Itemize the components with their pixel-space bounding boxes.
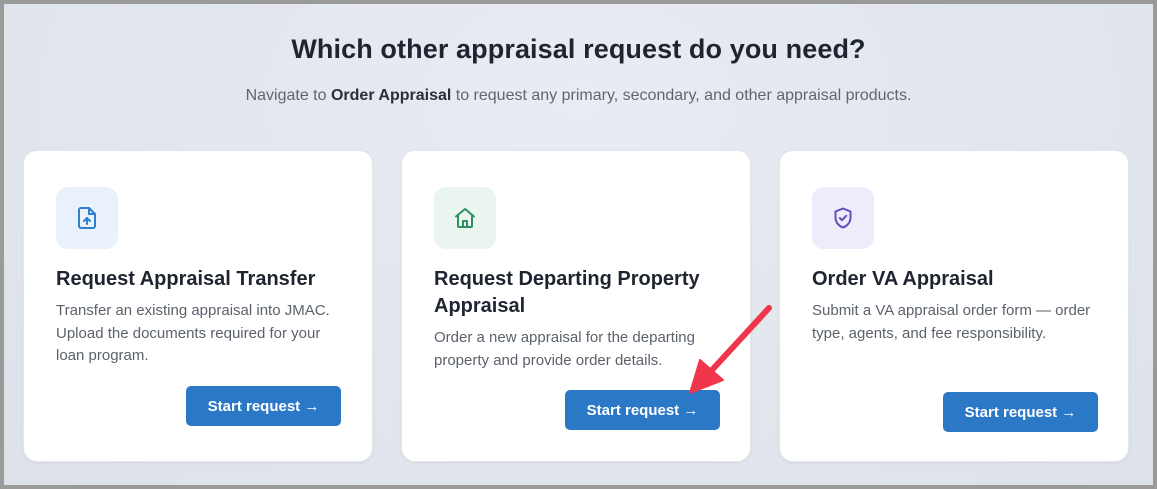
card-va-appraisal: Order VA Appraisal Submit a VA appraisal…: [779, 150, 1129, 462]
shield-check-icon: [834, 207, 852, 229]
page-title: Which other appraisal request do you nee…: [291, 34, 866, 64]
start-request-transfer-button[interactable]: Start request →: [186, 386, 341, 426]
card-title: Request Appraisal Transfer: [56, 268, 316, 290]
file-upload-icon-box: [56, 187, 118, 249]
card-appraisal-transfer: Request Appraisal Transfer Transfer an e…: [23, 150, 373, 462]
subtitle-text-after: to request any primary, secondary, and o…: [451, 87, 912, 104]
start-request-va-button[interactable]: Start request →: [943, 392, 1098, 432]
order-appraisal-label: Order Appraisal: [330, 87, 452, 104]
card-description: Transfer an existing appraisal into JMAC…: [56, 302, 330, 364]
subtitle-text-before: Navigate to: [245, 87, 331, 104]
shield-check-icon-box: [812, 187, 874, 249]
home-icon: [455, 208, 475, 228]
card-departing-property: Request Departing Property Appraisal Ord…: [401, 150, 751, 462]
file-upload-icon: [78, 207, 96, 229]
card-title: Request Departing Property Appraisal: [434, 268, 700, 317]
page-subtitle: Navigate to Order Appraisal to request a…: [4, 87, 1153, 105]
card-description: Order a new appraisal for the departing …: [434, 329, 695, 369]
start-request-departing-button[interactable]: Start request →: [565, 390, 720, 430]
card-title: Order VA Appraisal: [812, 268, 994, 290]
home-icon-box: [434, 187, 496, 249]
card-description: Submit a VA appraisal order form — order…: [812, 302, 1091, 342]
page-frame: Which other appraisal request do you nee…: [0, 0, 1157, 489]
